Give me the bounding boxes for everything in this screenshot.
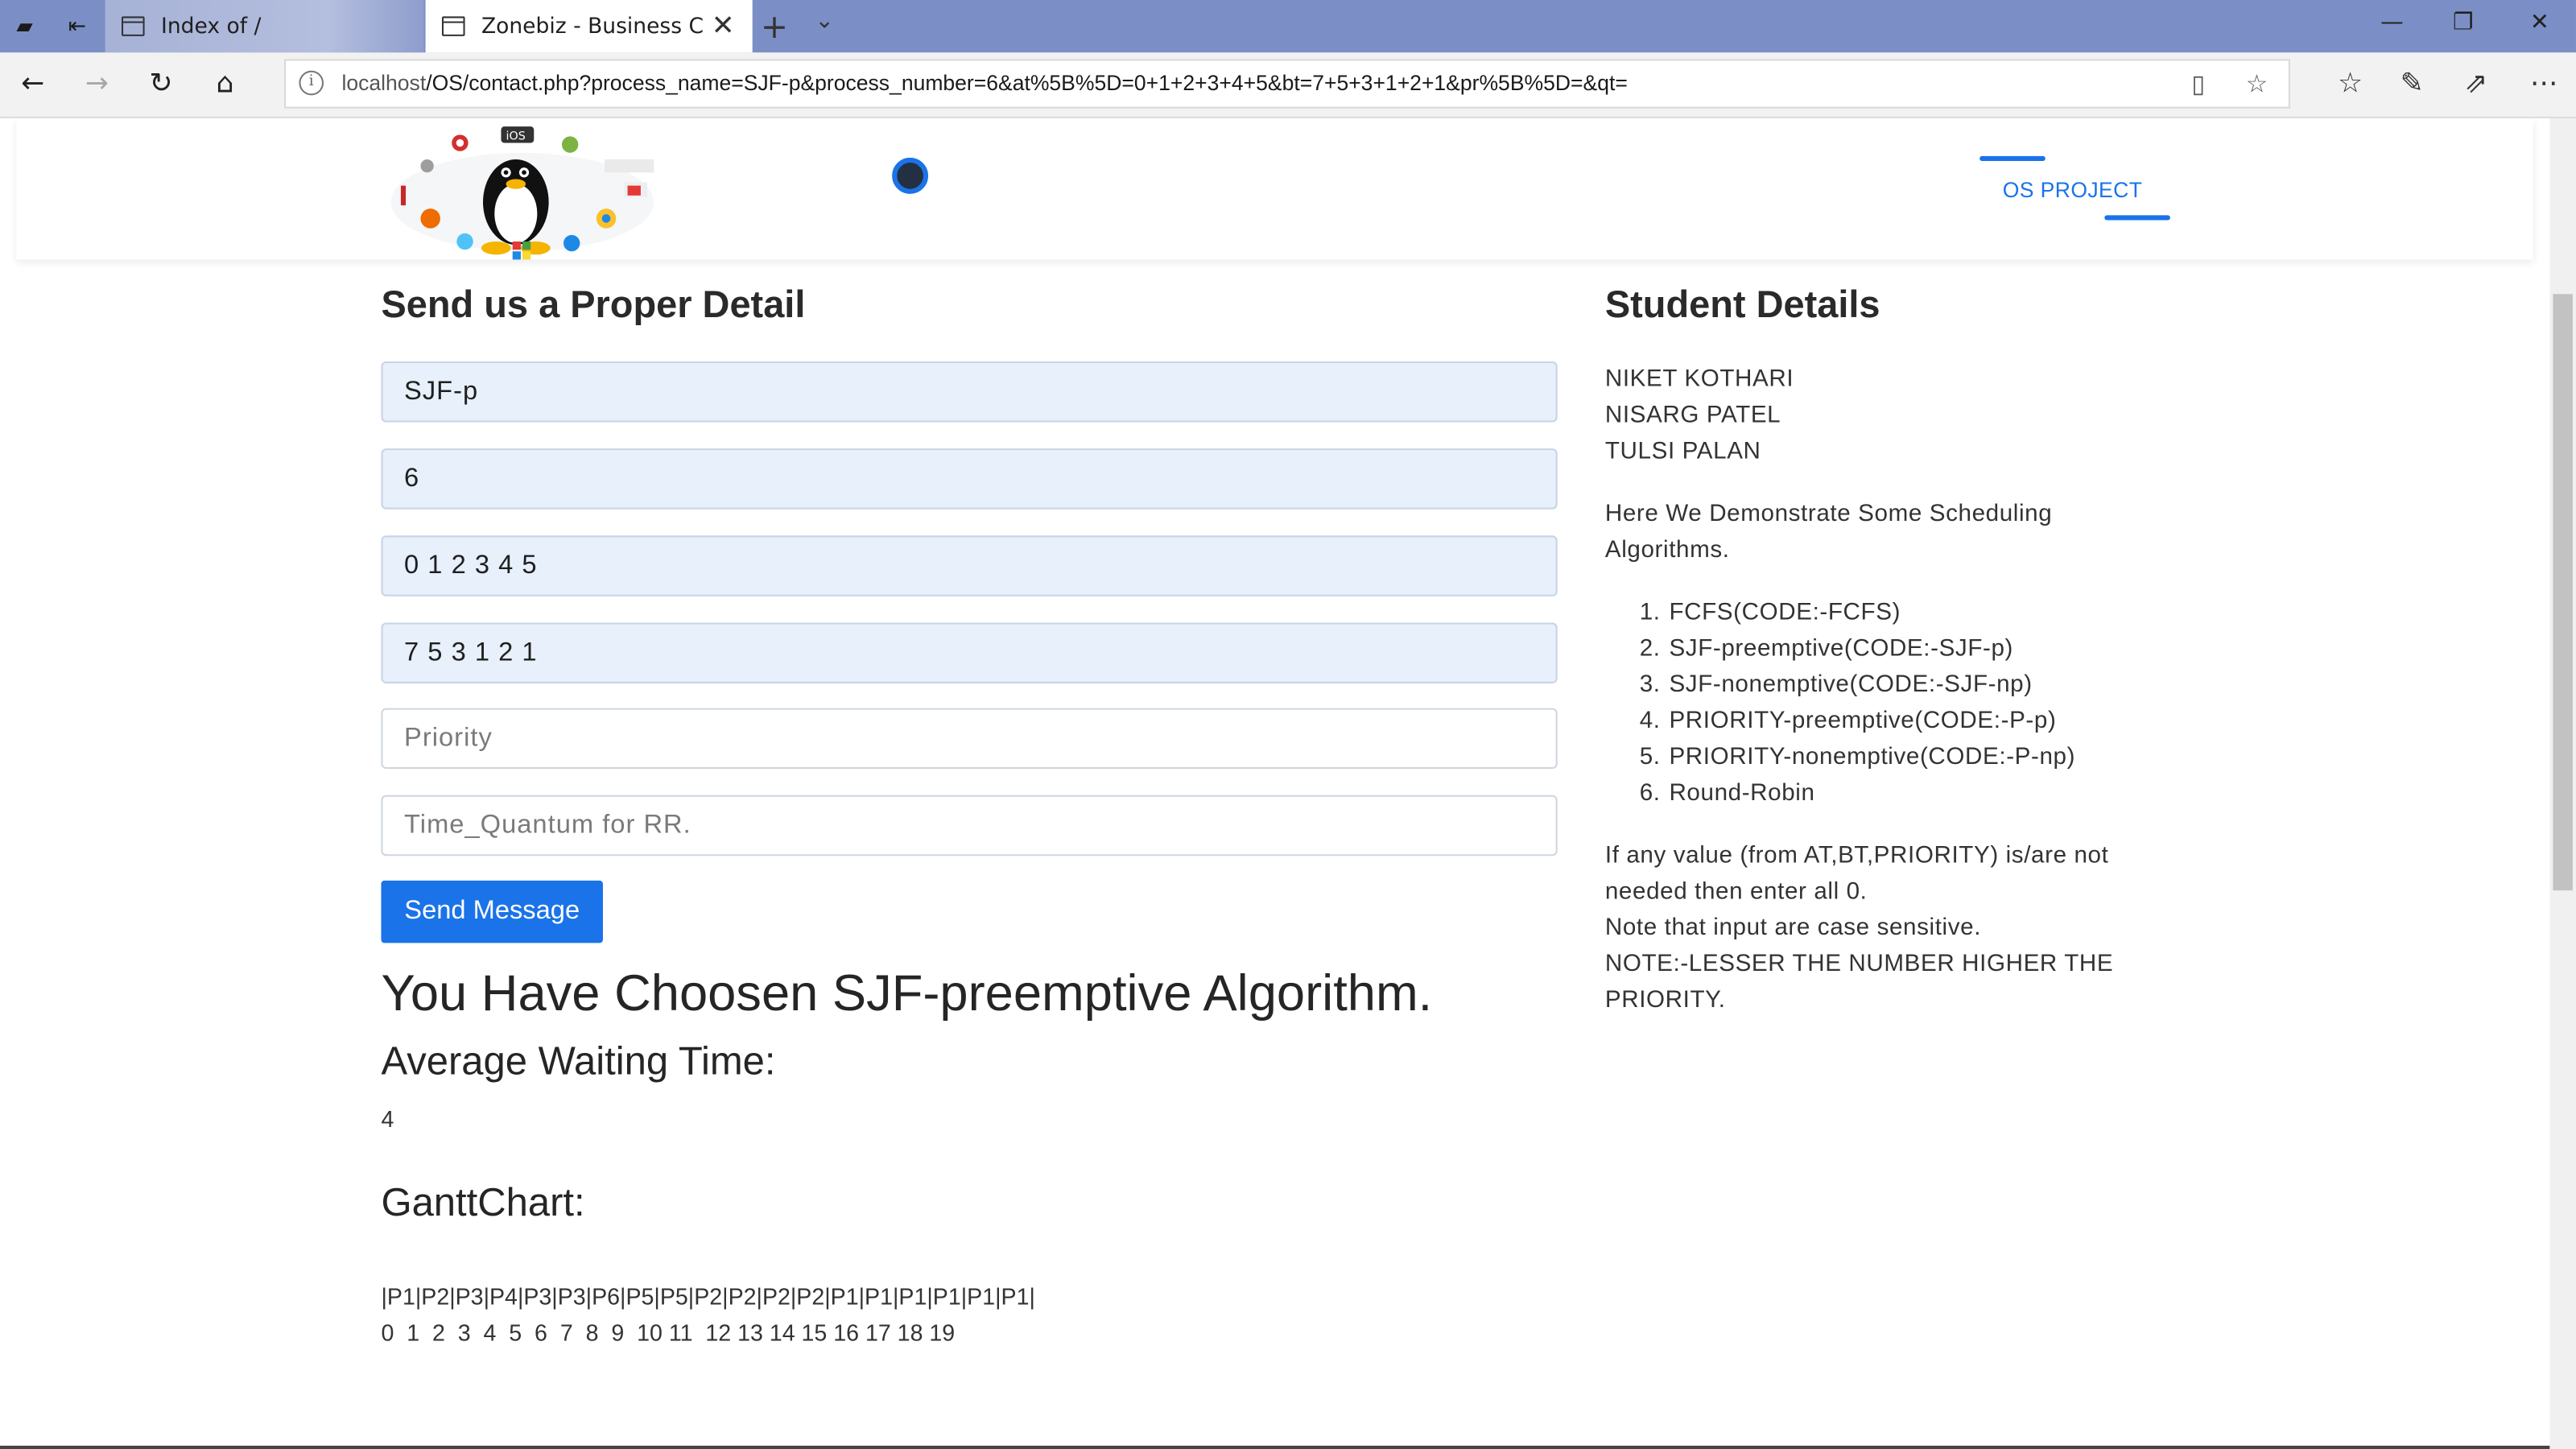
nav-underline	[2104, 215, 2170, 221]
note-line: Note that input are case sensitive.	[1604, 914, 1982, 942]
time-quantum-input[interactable]: Time_Quantum for RR.	[381, 795, 1558, 857]
intro-text: Here We Demonstrate Some Scheduling Algo…	[1605, 496, 2052, 568]
average-waiting-value: 4	[381, 1105, 394, 1133]
algorithm-name: FCFS(CODE:-FCFS)	[1669, 599, 1901, 626]
svg-text:iOS: iOS	[506, 130, 526, 142]
share-icon[interactable]: ⇗	[2464, 68, 2487, 101]
close-tab-icon[interactable]: ✕	[712, 10, 735, 43]
page-icon	[122, 16, 145, 36]
list-item: 3. SJF-nonemptive(CODE:-SJF-np)	[1639, 671, 2033, 699]
minimize-icon[interactable]: —	[2380, 10, 2404, 36]
site-dot-logo	[892, 157, 929, 194]
info-icon[interactable]: i	[299, 70, 324, 96]
algorithm-list: 1. FCFS(CODE:-FCFS) 2. SJF-preemptive(CODE…	[1605, 595, 2075, 811]
notes-text: If any value (from AT,BT,PRIORITY) is/ar…	[1605, 838, 2113, 1018]
favorites-list-icon[interactable]: ☆	[2338, 68, 2363, 101]
list-item: 6. Round-Robin	[1639, 780, 1815, 807]
form-title: Send us a Proper Detail	[381, 283, 806, 326]
process-name-input[interactable]: SJF-p	[381, 361, 1558, 423]
priority-input[interactable]: Priority	[381, 708, 1558, 770]
send-message-button[interactable]: Send Message	[381, 880, 603, 943]
algorithm-name: PRIORITY-nonemptive(CODE:-P-np)	[1669, 744, 2076, 771]
note-line: NOTE:-LESSER THE NUMBER HIGHER THE	[1604, 951, 2114, 978]
page-content: iOS OS PROJECT Send us a Proper Detail S…	[0, 118, 2550, 1449]
tab-zonebiz[interactable]: Zonebiz - Business Con: ✕	[425, 0, 753, 53]
list-item: 1. FCFS(CODE:-FCFS)	[1639, 599, 1901, 626]
note-line: needed then enter all 0.	[1604, 878, 1868, 906]
note-line: PRIORITY.	[1604, 987, 1726, 1014]
bottom-edge	[0, 1445, 2550, 1449]
favorite-star-icon[interactable]: ☆	[2246, 69, 2268, 99]
screen: ▰ ⇤ Index of / Zonebiz - Business Con: ✕…	[0, 0, 2576, 1449]
algorithm-name: SJF-nonemptive(CODE:-SJF-np)	[1669, 671, 2033, 699]
back-icon[interactable]: ←	[13, 68, 52, 101]
forward-icon[interactable]: →	[77, 68, 117, 101]
gantt-chart-label: GanttChart:	[381, 1181, 585, 1226]
new-tab-icon[interactable]: +	[761, 6, 788, 46]
tab-title: Zonebiz - Business Con:	[481, 14, 705, 39]
browser-toolbar: ← → ↻ ⌂ i localhost/OS/contact.php?proce…	[0, 52, 2576, 118]
algorithm-name: PRIORITY-preemptive(CODE:-P-p)	[1669, 708, 2057, 735]
burst-time-input[interactable]: 7 5 3 1 2 1	[381, 622, 1558, 683]
algorithm-name: SJF-preemptive(CODE:-SJF-p)	[1669, 635, 2014, 663]
chevron-down-icon[interactable]: ⌄	[815, 8, 834, 35]
set-aside-tabs-icon[interactable]: ⇤	[63, 11, 93, 41]
student-name: TULSI PALAN	[1604, 438, 1761, 465]
student-name: NIKET KOTHARI	[1604, 366, 1794, 393]
address-bar[interactable]: i localhost/OS/contact.php?process_name=…	[284, 59, 2290, 109]
gantt-time-row: 0 1 2 3 4 5 6 7 8 9 10 11 12 13 14 15 16…	[381, 1319, 956, 1346]
note-line: If any value (from AT,BT,PRIORITY) is/ar…	[1604, 842, 2109, 869]
refresh-icon[interactable]: ↻	[142, 68, 181, 101]
algorithm-heading: You Have Choosen SJF-preemptive Algorith…	[381, 964, 1433, 1022]
intro-line: Algorithms.	[1604, 537, 1730, 564]
address-path: /OS/contact.php?process_name=SJF-p&proce…	[426, 70, 1628, 96]
student-list: NIKET KOTHARI NISARG PATEL TULSI PALAN	[1605, 361, 1794, 470]
arrival-time-input[interactable]: 0 1 2 3 4 5	[381, 535, 1558, 597]
student-name: NISARG PATEL	[1604, 402, 1781, 429]
more-icon[interactable]: ⋯	[2530, 68, 2558, 101]
tab-manager-icon[interactable]: ▰	[10, 11, 39, 41]
home-icon[interactable]: ⌂	[205, 68, 245, 101]
intro-line: Here We Demonstrate Some Scheduling	[1604, 501, 2053, 528]
list-item: 2. SJF-preemptive(CODE:-SJF-p)	[1639, 635, 2014, 663]
nav-decoration	[1979, 155, 2046, 161]
page-icon	[441, 16, 465, 36]
reading-view-icon[interactable]: ▯	[2191, 69, 2205, 99]
nav-os-project[interactable]: OS PROJECT	[2003, 177, 2143, 202]
os-logos-image: iOS	[390, 126, 654, 260]
tab-index-of[interactable]: Index of /	[105, 0, 424, 53]
address-domain: localhost	[341, 70, 427, 96]
list-item: 5. PRIORITY-nonemptive(CODE:-P-np)	[1639, 744, 2076, 771]
close-window-icon[interactable]: ✕	[2530, 10, 2549, 36]
browser-tab-bar: ▰ ⇤ Index of / Zonebiz - Business Con: ✕…	[0, 0, 2576, 53]
tab-title: Index of /	[160, 14, 262, 39]
algorithm-name: Round-Robin	[1669, 780, 1815, 807]
scrollbar-thumb[interactable]	[2553, 294, 2573, 891]
restore-icon[interactable]: ❐	[2453, 10, 2474, 36]
process-number-input[interactable]: 6	[381, 448, 1558, 510]
student-details-title: Student Details	[1604, 283, 1880, 326]
gantt-process-row: |P1|P2|P3|P4|P3|P3|P6|P5|P5|P2|P2|P2|P2|…	[381, 1282, 1035, 1310]
pen-icon[interactable]: ✎	[2401, 68, 2424, 101]
list-item: 4. PRIORITY-preemptive(CODE:-P-p)	[1639, 708, 2057, 735]
average-waiting-label: Average Waiting Time:	[381, 1039, 776, 1084]
address-url: localhost/OS/contact.php?process_name=SJ…	[341, 71, 1627, 96]
